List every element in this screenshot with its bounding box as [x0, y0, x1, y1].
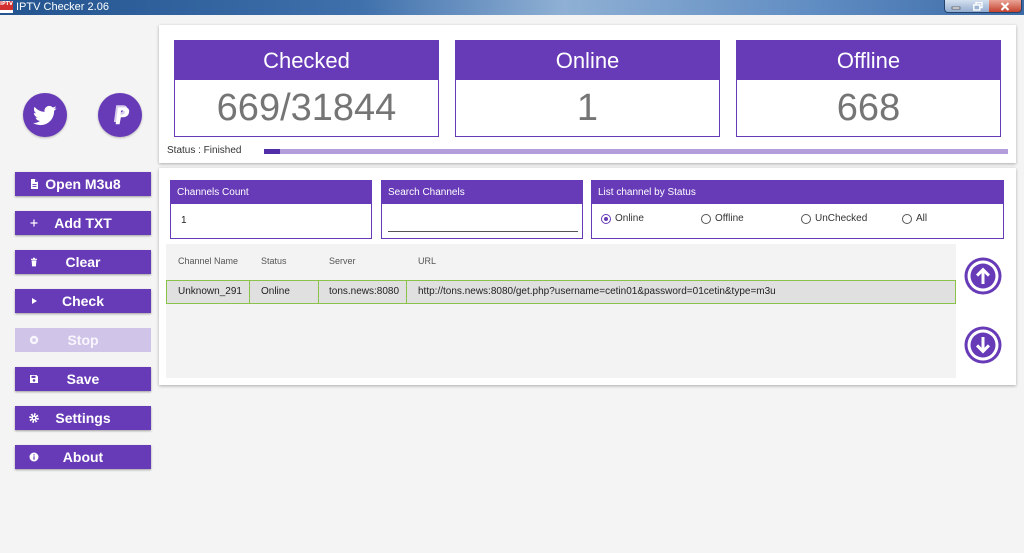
- stop-icon: [29, 335, 39, 345]
- radio-label: Online: [615, 213, 644, 224]
- channels-count-title: Channels Count: [171, 181, 371, 204]
- open-m3u8-label: Open M3u8: [45, 176, 121, 192]
- channels-table[interactable]: Channel Name Status Server URL Unknown_2…: [166, 244, 956, 378]
- about-button[interactable]: About: [15, 445, 151, 469]
- arrow-up-circle-icon: [964, 257, 1002, 295]
- progress-bar: [264, 149, 1008, 154]
- stats-panel: Checked 669/31844 Online 1 Offline 668 S…: [159, 25, 1016, 163]
- add-txt-button[interactable]: Add TXT: [15, 211, 151, 235]
- online-title: Online: [456, 41, 719, 80]
- save-label: Save: [66, 371, 100, 387]
- online-card: Online 1: [455, 40, 720, 137]
- checked-card: Checked 669/31844: [174, 40, 439, 137]
- restore-button[interactable]: [966, 0, 990, 13]
- column-header-status[interactable]: Status: [261, 255, 287, 267]
- info-icon: [29, 452, 39, 462]
- stop-button[interactable]: Stop: [15, 328, 151, 352]
- cell-url: http://tons.news:8080/get.php?username=c…: [418, 286, 776, 297]
- cell-status: Online: [261, 286, 290, 297]
- radio-label: All: [916, 213, 928, 224]
- save-icon: [29, 374, 39, 384]
- column-header-channel-name[interactable]: Channel Name: [178, 255, 238, 267]
- restore-icon: [972, 1, 983, 11]
- clear-label: Clear: [65, 254, 101, 270]
- status-text: Status : Finished: [167, 145, 242, 156]
- scroll-up-button[interactable]: [964, 257, 1002, 295]
- clear-button[interactable]: Clear: [15, 250, 151, 274]
- gear-icon: [29, 413, 39, 423]
- check-label: Check: [61, 293, 105, 309]
- plus-icon: [29, 218, 39, 228]
- iptv-app-icon[interactable]: IPTV: [0, 1, 13, 13]
- play-icon: [29, 296, 39, 306]
- column-divider: [249, 281, 250, 303]
- cell-channel-name: Unknown_291: [178, 286, 242, 297]
- scroll-down-button[interactable]: [964, 326, 1002, 364]
- twitter-button[interactable]: [23, 93, 67, 137]
- radio-label: Offline: [715, 213, 744, 224]
- radio-circle[interactable]: [701, 214, 711, 224]
- radio-offline[interactable]: Offline: [701, 213, 744, 225]
- open-m3u8-button[interactable]: Open M3u8: [15, 172, 151, 196]
- save-button[interactable]: Save: [15, 367, 151, 391]
- paypal-icon: [113, 105, 130, 125]
- window-title: IPTV Checker 2.06: [16, 1, 109, 13]
- status-filter-title: List channel by Status: [592, 181, 1003, 204]
- channels-panel: Channels Count 1 Search Channels List ch…: [159, 168, 1016, 385]
- check-button[interactable]: Check: [15, 289, 151, 313]
- channels-count-box: Channels Count 1: [170, 180, 372, 239]
- minimize-icon: [951, 6, 960, 10]
- add-txt-label: Add TXT: [54, 215, 112, 231]
- progress-fill: [264, 149, 280, 154]
- radio-label: UnChecked: [815, 213, 868, 224]
- column-header-server[interactable]: Server: [329, 255, 356, 267]
- trash-icon: [29, 257, 39, 267]
- minimize-button[interactable]: [944, 0, 967, 13]
- checked-title: Checked: [175, 41, 438, 80]
- offline-value: 668: [836, 87, 901, 129]
- channels-count-value: 1: [181, 215, 187, 226]
- settings-label: Settings: [55, 410, 111, 426]
- online-value: 1: [576, 87, 599, 129]
- radio-circle[interactable]: [801, 214, 811, 224]
- twitter-icon: [33, 105, 57, 126]
- radio-unchecked[interactable]: UnChecked: [801, 213, 867, 225]
- cell-server: tons.news:8080: [329, 286, 400, 297]
- offline-card: Offline 668: [736, 40, 1001, 137]
- title-bar[interactable]: IPTV IPTV Checker 2.06: [0, 0, 1024, 15]
- radio-online[interactable]: Online: [601, 213, 644, 225]
- paypal-button[interactable]: [98, 93, 142, 137]
- settings-button[interactable]: Settings: [15, 406, 151, 430]
- radio-circle[interactable]: [601, 214, 611, 224]
- table-row[interactable]: Unknown_291 Online tons.news:8080 http:/…: [166, 280, 956, 304]
- search-input[interactable]: [388, 213, 578, 232]
- about-label: About: [62, 449, 104, 465]
- offline-title: Offline: [737, 41, 1000, 80]
- radio-circle[interactable]: [902, 214, 912, 224]
- close-button[interactable]: [989, 0, 1022, 13]
- stop-label: Stop: [67, 332, 99, 348]
- search-box: Search Channels: [381, 180, 583, 239]
- close-icon: [1000, 1, 1010, 11]
- status-filter-box: List channel by Status Online Offline Un…: [591, 180, 1004, 239]
- checked-value: 669/31844: [216, 87, 397, 129]
- radio-all[interactable]: All: [902, 213, 927, 225]
- column-divider: [318, 281, 319, 303]
- column-header-url[interactable]: URL: [418, 255, 436, 267]
- file-icon: [29, 179, 39, 189]
- search-title: Search Channels: [382, 181, 582, 204]
- column-divider: [406, 281, 407, 303]
- arrow-down-circle-icon: [964, 326, 1002, 364]
